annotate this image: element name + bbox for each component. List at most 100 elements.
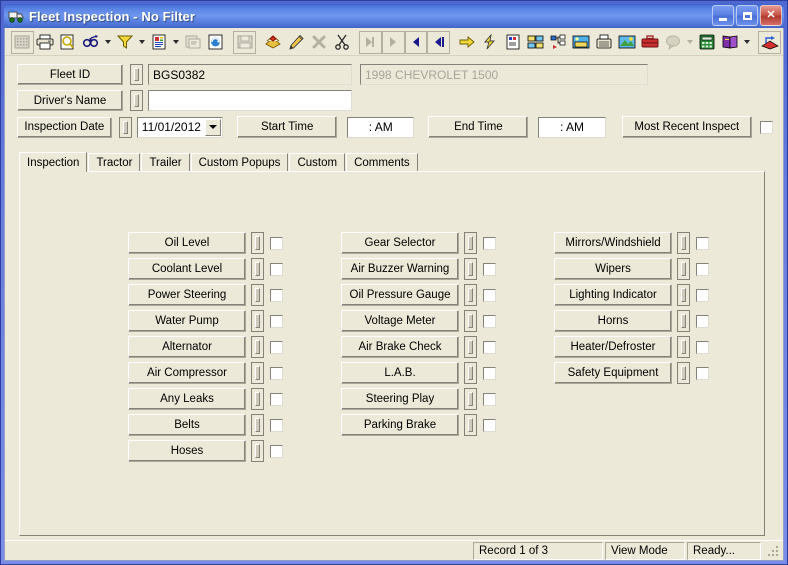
inspection-item-heater-defroster[interactable]: Heater/Defroster <box>554 336 672 358</box>
new-record-icon[interactable] <box>262 31 285 54</box>
inspection-spinner[interactable] <box>251 310 264 332</box>
refresh-icon[interactable] <box>205 31 228 54</box>
inspection-date-combo[interactable]: 11/01/2012 <box>136 116 224 138</box>
most-recent-inspect-checkbox[interactable] <box>760 120 774 134</box>
help-dropdown-arrow[interactable] <box>684 31 695 54</box>
inspection-spinner[interactable] <box>464 284 477 306</box>
inspection-item-safety-equipment[interactable]: Safety Equipment <box>554 362 672 384</box>
end-time-button[interactable]: End Time <box>428 116 529 138</box>
tab-custom[interactable]: Custom <box>289 153 346 171</box>
inspection-spinner[interactable] <box>677 310 690 332</box>
inspection-item-power-steering[interactable]: Power Steering <box>128 284 246 306</box>
print-icon[interactable] <box>34 31 57 54</box>
inspection-spinner[interactable] <box>464 336 477 358</box>
drivers-name-lookup-toggle[interactable] <box>130 90 143 111</box>
goto-icon[interactable] <box>456 31 479 54</box>
inspection-checkbox[interactable] <box>483 236 496 250</box>
print-preview-icon[interactable] <box>57 31 80 54</box>
inspection-checkbox[interactable] <box>270 288 283 302</box>
inspection-item-parking-brake[interactable]: Parking Brake <box>341 414 459 436</box>
inspection-spinner[interactable] <box>251 232 264 254</box>
inspection-date-lookup-toggle[interactable] <box>118 116 132 138</box>
inspection-checkbox[interactable] <box>270 262 283 276</box>
inspection-spinner[interactable] <box>251 388 264 410</box>
tree-view-icon[interactable] <box>547 31 570 54</box>
quick-action-icon[interactable] <box>479 31 502 54</box>
image-icon[interactable] <box>570 31 593 54</box>
inspection-spinner[interactable] <box>464 388 477 410</box>
inspection-item-mirrors-windshield[interactable]: Mirrors/Windshield <box>554 232 672 254</box>
inspection-checkbox[interactable] <box>696 262 709 276</box>
inspection-item-water-pump[interactable]: Water Pump <box>128 310 246 332</box>
inspection-item-oil-pressure-gauge[interactable]: Oil Pressure Gauge <box>341 284 459 306</box>
inspection-spinner[interactable] <box>251 258 264 280</box>
inspection-checkbox[interactable] <box>270 444 283 458</box>
inspection-spinner[interactable] <box>464 232 477 254</box>
inspection-checkbox[interactable] <box>483 366 496 380</box>
inspection-item-alternator[interactable]: Alternator <box>128 336 246 358</box>
maximize-button[interactable] <box>736 5 758 26</box>
most-recent-inspect-button[interactable]: Most Recent Inspect <box>621 116 753 138</box>
inspection-checkbox[interactable] <box>483 340 496 354</box>
previous-record-icon[interactable] <box>381 30 405 54</box>
inspection-checkbox[interactable] <box>696 314 709 328</box>
chevron-down-icon[interactable] <box>205 118 222 136</box>
flowchart-icon[interactable] <box>524 31 547 54</box>
find-dropdown-arrow[interactable] <box>102 31 113 54</box>
photo-icon[interactable] <box>616 31 639 54</box>
find-icon[interactable] <box>79 31 102 54</box>
inspection-spinner[interactable] <box>251 284 264 306</box>
next-record-icon[interactable] <box>404 30 428 54</box>
tab-custom-popups[interactable]: Custom Popups <box>190 153 289 171</box>
fax-icon[interactable] <box>593 31 616 54</box>
minimize-button[interactable] <box>712 5 734 26</box>
inspection-spinner[interactable] <box>251 362 264 384</box>
schedule-icon[interactable] <box>502 31 525 54</box>
inspection-spinner[interactable] <box>677 336 690 358</box>
end-time-input[interactable]: : AM <box>538 116 606 138</box>
last-record-icon[interactable] <box>427 30 451 54</box>
save-icon[interactable] <box>233 30 257 54</box>
exit-icon[interactable] <box>758 30 782 54</box>
inspection-item-voltage-meter[interactable]: Voltage Meter <box>341 310 459 332</box>
fleet-id-lookup-toggle[interactable] <box>130 64 143 85</box>
report-dropdown-arrow[interactable] <box>171 31 182 54</box>
inspection-item-gear-selector[interactable]: Gear Selector <box>341 232 459 254</box>
report-icon[interactable] <box>148 31 171 54</box>
tab-comments[interactable]: Comments <box>346 153 418 171</box>
inspection-checkbox[interactable] <box>696 366 709 380</box>
copy-record-icon[interactable] <box>182 31 205 54</box>
inspection-item-air-brake-check[interactable]: Air Brake Check <box>341 336 459 358</box>
tab-tractor[interactable]: Tractor <box>88 153 141 171</box>
edit-pencil-icon[interactable] <box>285 31 308 54</box>
inspection-item-wipers[interactable]: Wipers <box>554 258 672 280</box>
inspection-item-horns[interactable]: Horns <box>554 310 672 332</box>
manual-dropdown-arrow[interactable] <box>741 31 752 54</box>
inspection-checkbox[interactable] <box>696 236 709 250</box>
inspection-spinner[interactable] <box>251 440 264 462</box>
inspection-checkbox[interactable] <box>483 288 496 302</box>
inspection-spinner[interactable] <box>464 362 477 384</box>
inspection-checkbox[interactable] <box>483 392 496 406</box>
inspection-checkbox[interactable] <box>696 340 709 354</box>
inspection-item-lab[interactable]: L.A.B. <box>341 362 459 384</box>
inspection-item-hoses[interactable]: Hoses <box>128 440 246 462</box>
inspection-checkbox[interactable] <box>696 288 709 302</box>
start-time-button[interactable]: Start Time <box>237 116 338 138</box>
inspection-spinner[interactable] <box>677 284 690 306</box>
inspection-checkbox[interactable] <box>483 314 496 328</box>
filter-dropdown-arrow[interactable] <box>137 31 148 54</box>
tab-inspection[interactable]: Inspection <box>19 152 88 172</box>
inspection-checkbox[interactable] <box>270 392 283 406</box>
inspection-item-air-compressor[interactable]: Air Compressor <box>128 362 246 384</box>
inspection-checkbox[interactable] <box>270 418 283 432</box>
resize-grip[interactable] <box>765 543 781 559</box>
close-button[interactable]: ✕ <box>760 5 782 26</box>
inspection-item-steering-play[interactable]: Steering Play <box>341 388 459 410</box>
briefcase-icon[interactable] <box>639 31 662 54</box>
inspection-spinner[interactable] <box>677 258 690 280</box>
inspection-spinner[interactable] <box>464 258 477 280</box>
inspection-checkbox[interactable] <box>270 366 283 380</box>
inspection-spinner[interactable] <box>251 414 264 436</box>
grid-view-icon[interactable] <box>11 30 34 54</box>
